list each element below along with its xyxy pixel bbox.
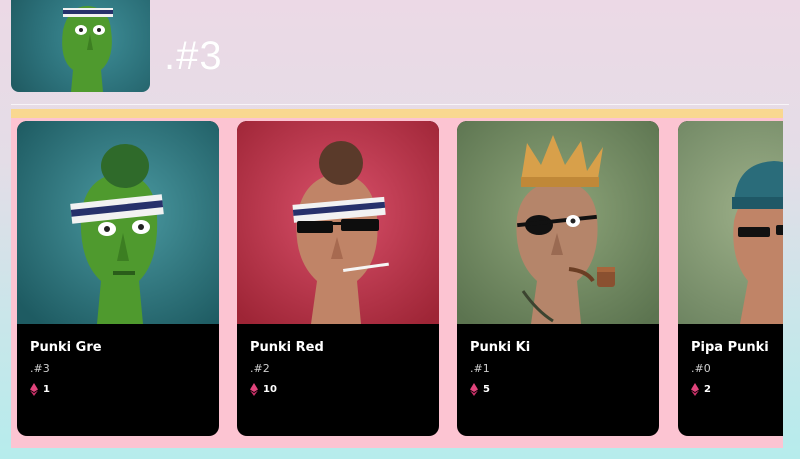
ethereum-icon (691, 383, 699, 396)
ethereum-icon (470, 383, 478, 396)
punk-head-green-icon (62, 5, 113, 92)
divider (11, 104, 789, 105)
card-id: .#2 (250, 362, 270, 375)
card-price-value: 5 (483, 384, 490, 395)
nft-card[interactable]: Punki Ki .#1 5 (457, 121, 659, 436)
card-price: 1 (30, 383, 50, 396)
card-id: .#1 (470, 362, 490, 375)
card-price-value: 10 (263, 384, 277, 395)
card-image[interactable] (17, 121, 219, 324)
nft-card[interactable]: Punki Red .#2 10 (237, 121, 439, 436)
card-name: Punki Gre (30, 340, 102, 355)
card-image[interactable] (678, 121, 783, 324)
punk-crown-pipe-icon (457, 121, 659, 324)
card-carousel[interactable]: Punki Gre .#3 1 Punki Red .#2 10 Punki K… (11, 109, 783, 448)
card-price: 5 (470, 383, 490, 396)
carousel-top-band (11, 109, 783, 118)
hero-thumbnail[interactable] (11, 0, 150, 92)
punk-green-headband-icon (17, 121, 219, 324)
card-price-value: 2 (704, 384, 711, 395)
card-id: .#0 (691, 362, 711, 375)
card-name: Punki Ki (470, 340, 531, 355)
card-image[interactable] (457, 121, 659, 324)
card-id: .#3 (30, 362, 50, 375)
hero-title: .#3 (164, 34, 223, 78)
nft-card[interactable]: Punki Gre .#3 1 (17, 121, 219, 436)
card-price: 10 (250, 383, 277, 396)
ethereum-icon (250, 383, 258, 396)
card-name: Punki Red (250, 340, 324, 355)
nft-card[interactable]: Pipa Punki .#0 2 (678, 121, 783, 436)
card-image[interactable] (237, 121, 439, 324)
punk-beanie-icon (678, 121, 783, 324)
punk-sunglasses-icon (237, 121, 439, 324)
card-name: Pipa Punki (691, 340, 769, 355)
card-price-value: 1 (43, 384, 50, 395)
card-price: 2 (691, 383, 711, 396)
ethereum-icon (30, 383, 38, 396)
